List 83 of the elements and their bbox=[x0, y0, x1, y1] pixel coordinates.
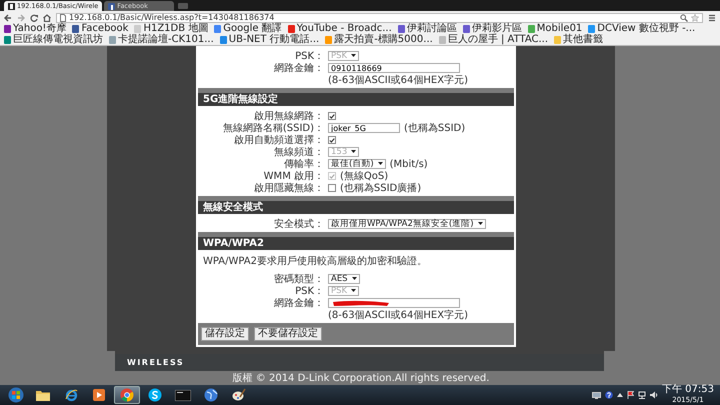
ring-icon bbox=[120, 388, 134, 402]
bookmark[interactable]: 伊莉討論區 bbox=[398, 24, 457, 34]
bookmark[interactable]: DCView 數位視野 -... bbox=[588, 24, 696, 34]
taskbar-button[interactable] bbox=[114, 386, 140, 404]
section-header: 無線安全模式 bbox=[198, 201, 514, 214]
bookmark[interactable]: 巨匠線傳電視資訊坊 bbox=[4, 34, 103, 45]
bookmark[interactable]: 其他書籤 bbox=[554, 34, 604, 45]
note-text: (也稱為SSID廣播) bbox=[340, 182, 422, 195]
field-label: 啟用無線網路： bbox=[253, 110, 324, 123]
bookmark[interactable]: Google 翻譯 bbox=[214, 24, 282, 34]
favicon-icon bbox=[8, 2, 15, 10]
brand-title: WIRELESS bbox=[127, 358, 184, 367]
forward-icon bbox=[17, 14, 25, 22]
note-text: (無線QoS) bbox=[340, 170, 388, 182]
bookmark[interactable]: 伊莉影片區 bbox=[462, 24, 522, 34]
field-label: 啟用隱藏無線： bbox=[253, 182, 324, 195]
arrow-up-icon bbox=[617, 392, 623, 398]
checkbox[interactable] bbox=[328, 184, 336, 192]
bookmark[interactable]: 露天拍賣-標購5000... bbox=[325, 34, 433, 45]
help-icon bbox=[605, 391, 613, 399]
checkbox[interactable] bbox=[328, 136, 336, 144]
caret-icon bbox=[351, 289, 356, 293]
clock-time: 下午 07:53 bbox=[662, 385, 714, 395]
play-icon bbox=[93, 389, 105, 401]
field-label: PSK： bbox=[294, 50, 324, 63]
globe-icon bbox=[204, 388, 218, 402]
note-text: (也稱為SSID) bbox=[404, 122, 466, 135]
field-label: 無線網路名稱(SSID)： bbox=[222, 122, 324, 135]
bookmark[interactable]: 卡提諾論壇-CK101... bbox=[109, 34, 214, 45]
bookmark[interactable]: H1Z1DB 地圖 bbox=[134, 24, 208, 34]
star-icon bbox=[691, 14, 699, 22]
bookmark[interactable]: 巨人の屋手 | ATTAC... bbox=[438, 34, 548, 45]
folder-icon bbox=[36, 389, 50, 401]
chat-icon bbox=[148, 388, 162, 402]
bookmark[interactable]: YouTube - Broadc... bbox=[288, 24, 392, 34]
caret-icon bbox=[478, 222, 483, 226]
section-header: 5G進階無線設定 bbox=[198, 93, 514, 106]
field-label: 安全模式： bbox=[273, 218, 324, 231]
flag-icon bbox=[627, 391, 634, 399]
field-label: 傳輸率： bbox=[283, 158, 324, 171]
favicon-icon bbox=[108, 2, 116, 10]
caret-icon bbox=[351, 54, 356, 58]
field-label: 密碼類型： bbox=[273, 272, 324, 286]
bookmark[interactable]: Yahoo!奇摩 bbox=[4, 24, 66, 34]
hint-text: (8-63個ASCII或64個HEX字元) bbox=[328, 74, 469, 87]
field-label: WMM 啟用： bbox=[262, 170, 324, 182]
field-label: 啟用自動頻道選擇： bbox=[233, 134, 324, 147]
form-button[interactable]: 不要儲存設定 bbox=[254, 327, 322, 341]
back-icon bbox=[4, 14, 12, 22]
field-label: 網路金鑰： bbox=[273, 297, 324, 310]
terminal-icon bbox=[175, 390, 191, 400]
browser-icon bbox=[64, 388, 78, 402]
dropdown[interactable]: AES bbox=[328, 274, 360, 284]
hint-text: (8-63個ASCII或64個HEX字元) bbox=[328, 308, 469, 322]
checkbox[interactable] bbox=[328, 112, 336, 120]
volume-icon bbox=[650, 391, 658, 399]
form-button[interactable]: 儲存設定 bbox=[201, 327, 249, 341]
field-label: PSK： bbox=[294, 285, 324, 298]
menu-icon bbox=[708, 14, 716, 22]
start-icon bbox=[8, 387, 24, 403]
caret-icon bbox=[352, 277, 357, 281]
dropdown[interactable]: 最佳(自動) bbox=[328, 159, 386, 169]
copyright-text: 版權 © 2014 D-Link Corporation.All rights reserved. bbox=[232, 372, 490, 385]
monitor-icon bbox=[592, 392, 601, 398]
section-header: WPA/WPA2 bbox=[198, 237, 514, 250]
bookmark[interactable]: UB-NET 行動電話... bbox=[220, 34, 320, 45]
search-icon bbox=[680, 14, 688, 22]
caret-icon bbox=[378, 162, 383, 166]
home-icon bbox=[43, 14, 51, 22]
brush-icon bbox=[232, 388, 246, 402]
description-text: WPA/WPA2要求用戶使用較高層級的加密和驗證。 bbox=[202, 254, 428, 269]
network-icon bbox=[638, 391, 646, 399]
page-icon bbox=[60, 14, 66, 22]
field-label: 無線頻道： bbox=[273, 146, 324, 158]
field-label: 網路金鑰： bbox=[273, 62, 324, 75]
bookmark[interactable]: Mobile01 bbox=[528, 24, 582, 34]
address-bar[interactable]: 192.168.0.1/Basic/Wireless.asp?t=1430481186374 bbox=[56, 12, 703, 22]
caret-icon bbox=[351, 150, 356, 154]
note-text: (Mbit/s) bbox=[390, 158, 428, 170]
dropdown[interactable]: 啟用僅用WPA/WPA2無線安全(進階) bbox=[328, 219, 486, 229]
bookmark[interactable]: Facebook bbox=[72, 24, 128, 34]
input-field[interactable]: 0910118669 bbox=[328, 63, 460, 73]
reload-icon bbox=[30, 14, 38, 22]
